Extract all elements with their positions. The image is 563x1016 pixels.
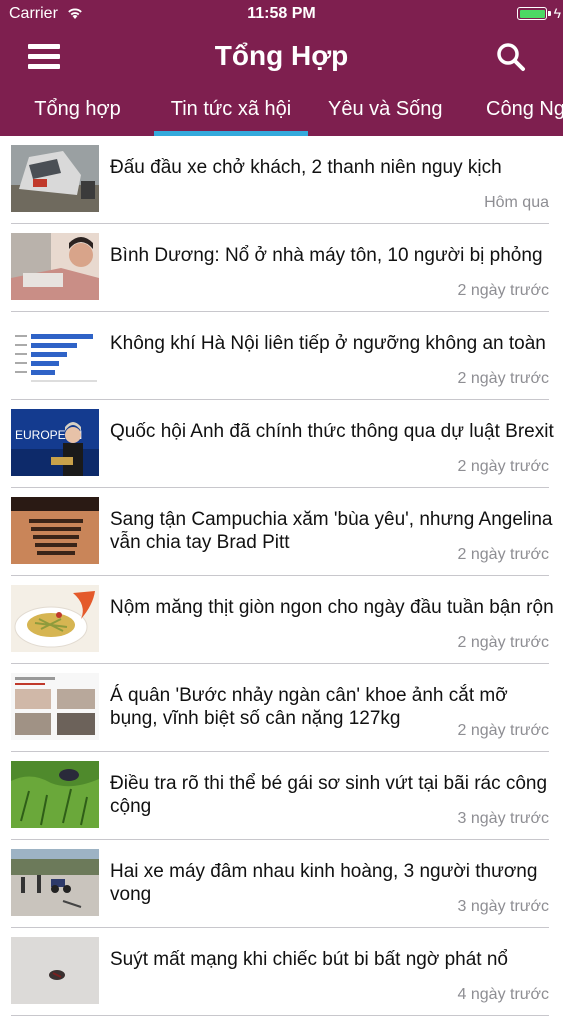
app-header: Carrier 11:58 PM ϟ Tổng Hợp Tổng hợp Tin… <box>0 0 563 136</box>
article-time: 2 ngày trước <box>457 458 549 475</box>
article-thumbnail <box>11 145 99 212</box>
list-item[interactable]: Đấu đầu xe chở khách, 2 thanh niên nguy … <box>0 136 563 224</box>
list-item[interactable]: Điều tra rõ thi thể bé gái sơ sinh vứt t… <box>0 752 563 840</box>
status-time: 11:58 PM <box>247 5 316 22</box>
tab-cong-nghe[interactable]: Công Ng <box>486 90 563 136</box>
article-time: Hôm qua <box>484 194 549 211</box>
article-thumbnail <box>11 585 99 652</box>
article-title: Bình Dương: Nổ ở nhà máy tôn, 10 người b… <box>110 245 543 266</box>
tab-tong-hop[interactable]: Tổng hợp <box>20 90 135 136</box>
article-thumbnail: EUROPEAN <box>11 409 99 476</box>
charging-icon: ϟ <box>553 5 561 21</box>
article-thumbnail <box>11 937 99 1004</box>
article-thumbnail <box>11 673 99 740</box>
article-title: Nộm măng thịt giòn ngon cho ngày đầu tuầ… <box>110 597 554 618</box>
article-title: Quốc hội Anh đã chính thức thông qua dự … <box>110 421 554 442</box>
battery-cap <box>548 11 551 16</box>
article-time: 3 ngày trước <box>457 898 549 915</box>
category-tabs: Tổng hợp Tin tức xã hội Yêu và Sống Công… <box>0 90 563 136</box>
list-item[interactable]: Hai xe máy đâm nhau kinh hoàng, 3 người … <box>0 840 563 928</box>
article-thumbnail <box>11 497 99 564</box>
list-item[interactable]: Nộm măng thịt giòn ngon cho ngày đầu tuầ… <box>0 576 563 664</box>
battery-icon <box>517 7 547 20</box>
article-time: 2 ngày trước <box>457 370 549 387</box>
list-item[interactable]: EUROPEAN Quốc hội Anh đã chính thức thôn… <box>0 400 563 488</box>
article-time: 4 ngày trước <box>457 986 549 1003</box>
list-item[interactable]: Không khí Hà Nội liên tiếp ở ngưỡng khôn… <box>0 312 563 400</box>
article-time: 2 ngày trước <box>457 722 549 739</box>
list-item[interactable]: Suýt mất mạng khi chiếc bút bi bất ngờ p… <box>0 928 563 1016</box>
article-thumbnail <box>11 233 99 300</box>
article-time: 2 ngày trước <box>457 634 549 651</box>
article-thumbnail <box>11 761 99 828</box>
article-title: Suýt mất mạng khi chiếc bút bi bất ngờ p… <box>110 949 508 970</box>
article-time: 2 ngày trước <box>457 282 549 299</box>
tab-yeu-va-song[interactable]: Yêu và Sống <box>328 90 443 136</box>
article-time: 3 ngày trước <box>457 810 549 827</box>
list-item[interactable]: Á quân 'Bước nhảy ngàn cân' khoe ảnh cắt… <box>0 664 563 752</box>
article-title: Không khí Hà Nội liên tiếp ở ngưỡng khôn… <box>110 333 546 354</box>
article-thumbnail <box>11 321 99 388</box>
status-bar: Carrier 11:58 PM ϟ <box>0 0 563 30</box>
list-item[interactable]: Sang tận Campuchia xăm 'bùa yêu', nhưng … <box>0 488 563 576</box>
tab-tin-tuc-xa-hoi[interactable]: Tin tức xã hội <box>154 90 308 136</box>
search-icon[interactable] <box>495 41 527 73</box>
article-time: 2 ngày trước <box>457 546 549 563</box>
article-title: Đấu đầu xe chở khách, 2 thanh niên nguy … <box>110 157 502 178</box>
article-thumbnail <box>11 849 99 916</box>
list-item[interactable]: Bình Dương: Nổ ở nhà máy tôn, 10 người b… <box>0 224 563 312</box>
page-title: Tổng Hợp <box>214 40 349 71</box>
